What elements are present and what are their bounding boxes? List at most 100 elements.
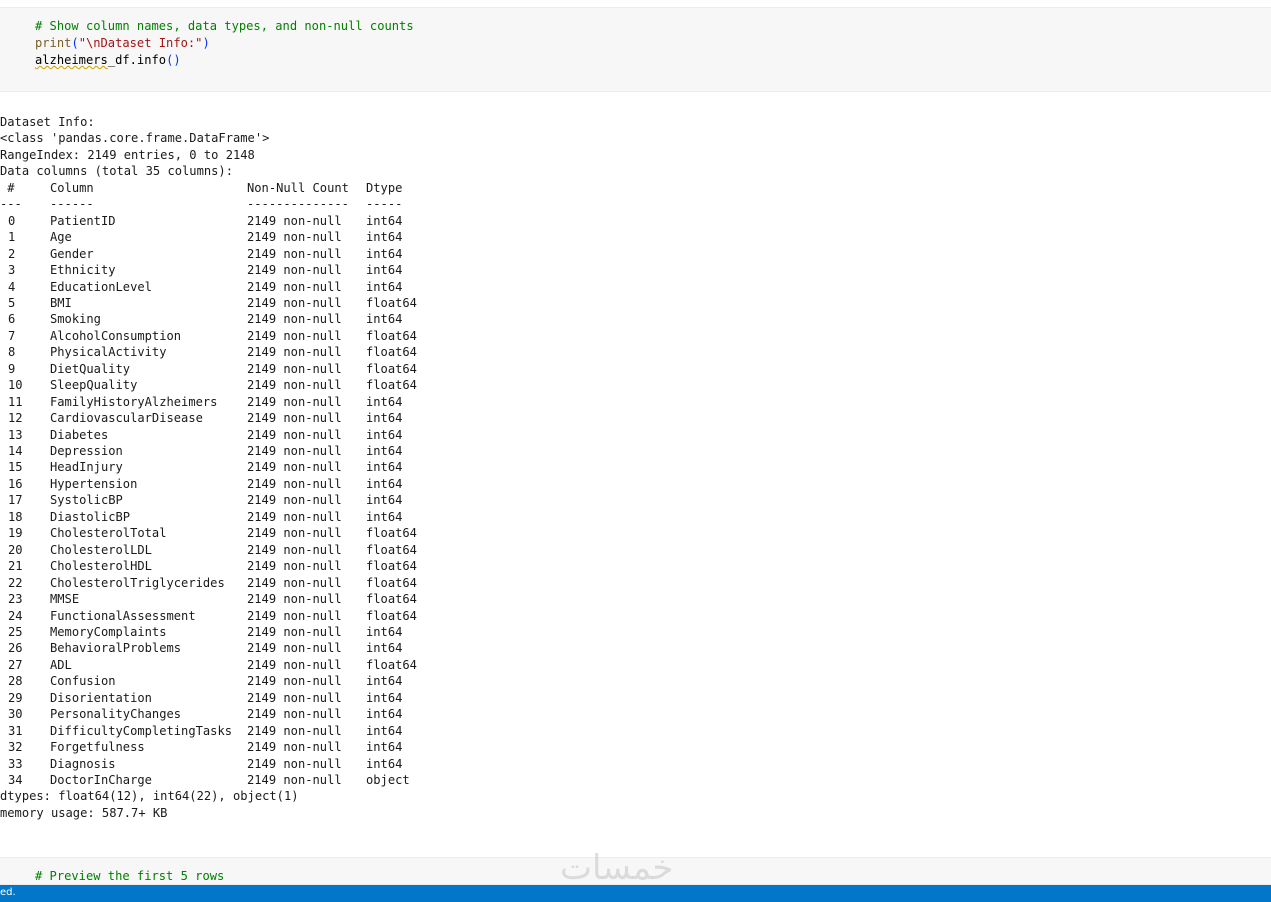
row-index: 20 [8, 542, 23, 557]
row-non-null-count: 2149 non-null [247, 740, 342, 755]
row-dtype: int64 [366, 213, 403, 228]
table-row: 23 MMSE 2149 non-null float64 [0, 591, 500, 607]
row-dtype: int64 [366, 493, 403, 508]
table-row: 16 Hypertension 2149 non-null int64 [0, 476, 500, 492]
table-row: 30 PersonalityChanges 2149 non-null int64 [0, 706, 500, 722]
row-column-name: Gender [50, 246, 94, 261]
row-dtype: int64 [366, 476, 403, 491]
table-row: 6 Smoking 2149 non-null int64 [0, 311, 500, 327]
row-column-name: CholesterolHDL [50, 559, 152, 574]
row-dtype: float64 [366, 378, 417, 393]
row-index: 11 [8, 394, 23, 409]
row-non-null-count: 2149 non-null [247, 592, 342, 607]
row-non-null-count: 2149 non-null [247, 361, 342, 376]
table-row: 19 CholesterolTotal 2149 non-null float64 [0, 525, 500, 541]
row-index: 26 [8, 641, 23, 656]
row-column-name: CholesterolTriglycerides [50, 575, 225, 590]
table-row: 1 Age 2149 non-null int64 [0, 229, 500, 245]
row-non-null-count: 2149 non-null [247, 444, 342, 458]
status-text: ed. [0, 887, 16, 898]
row-column-name: Diagnosis [50, 756, 116, 771]
row-index: 6 [8, 312, 16, 327]
row-dtype: int64 [366, 246, 403, 261]
table-row: 20 CholesterolLDL 2149 non-null float64 [0, 542, 500, 558]
row-index: 32 [8, 740, 23, 755]
table-row: 18 DiastolicBP 2149 non-null int64 [0, 509, 500, 525]
row-index: 1 [8, 230, 16, 245]
row-non-null-count: 2149 non-null [247, 575, 342, 590]
row-non-null-count: 2149 non-null [247, 476, 342, 491]
print-function: print [35, 36, 72, 50]
row-non-null-count: 2149 non-null [247, 246, 342, 261]
row-column-name: CardiovascularDisease [50, 411, 203, 426]
table-row: 29 Disorientation 2149 non-null int64 [0, 690, 500, 706]
table-separator: --- ------ -------------- ----- [0, 196, 500, 212]
row-column-name: AlcoholConsumption [50, 328, 182, 343]
row-column-name: HeadInjury [50, 460, 123, 475]
row-column-name: Ethnicity [50, 263, 116, 278]
row-non-null-count: 2149 non-null [247, 756, 342, 771]
row-index: 4 [8, 279, 16, 294]
row-index: 18 [8, 509, 23, 524]
row-dtype: float64 [366, 295, 417, 310]
row-index: 2 [8, 246, 16, 261]
table-row: 0 PatientID 2149 non-null int64 [0, 213, 500, 229]
row-column-name: FunctionalAssessment [50, 608, 196, 623]
code-comment-line: # Preview the first 5 rows [35, 869, 225, 883]
row-non-null-count: 2149 non-null [247, 608, 342, 623]
code-cell-info[interactable]: # Show column names, data types, and non… [0, 7, 1271, 92]
row-column-name: BMI [50, 295, 72, 310]
output-dtypes-summary: dtypes: float64(12), int64(22), object(1… [0, 789, 299, 804]
table-row: 13 Diabetes 2149 non-null int64 [0, 427, 500, 443]
row-index: 21 [8, 559, 23, 574]
output-data-columns: Data columns (total 35 columns): [0, 164, 233, 179]
row-non-null-count: 2149 non-null [247, 723, 342, 738]
info-method: _df.info [107, 53, 167, 67]
table-header: # Column Non-Null Count Dtype [0, 180, 500, 196]
table-row: 33 Diagnosis 2149 non-null int64 [0, 756, 500, 772]
row-non-null-count: 2149 non-null [247, 263, 342, 278]
table-row: 9 DietQuality 2149 non-null float64 [0, 361, 500, 377]
row-column-name: EducationLevel [50, 279, 152, 294]
row-dtype: float64 [366, 526, 417, 541]
table-row: 25 MemoryComplaints 2149 non-null int64 [0, 624, 500, 640]
output-title: Dataset Info: [0, 115, 95, 129]
row-non-null-count: 2149 non-null [247, 542, 342, 557]
code-info-line: alzheimers_df.info() [35, 52, 181, 68]
table-row: 12 CardiovascularDisease 2149 non-null int6… [0, 410, 500, 426]
table-row: 32 Forgetfulness 2149 non-null int64 [0, 739, 500, 755]
watermark-logo: خمسات [560, 848, 674, 888]
table-row: 31 DifficultyCompletingTasks 2149 non-null… [0, 723, 500, 739]
output-class-line: <class 'pandas.core.frame.DataFrame'> [0, 131, 270, 146]
row-dtype: int64 [366, 509, 403, 524]
row-dtype: int64 [366, 740, 403, 755]
row-column-name: Forgetfulness [50, 740, 145, 755]
table-row: 17 SystolicBP 2149 non-null int64 [0, 492, 500, 508]
row-dtype: int64 [366, 460, 403, 475]
table-row: 10 SleepQuality 2149 non-null float64 [0, 377, 500, 393]
row-column-name: BehavioralProblems [50, 641, 182, 656]
row-dtype: int64 [366, 312, 403, 327]
row-column-name: PersonalityChanges [50, 707, 182, 722]
row-column-name: PatientID [50, 213, 116, 228]
row-index: 13 [8, 427, 23, 442]
row-non-null-count: 2149 non-null [247, 773, 342, 787]
row-index: 25 [8, 624, 23, 639]
row-dtype: float64 [366, 575, 417, 590]
row-dtype: int64 [366, 707, 403, 722]
row-dtype: object [366, 773, 410, 787]
row-column-name: SleepQuality [50, 378, 138, 393]
row-index: 29 [8, 690, 23, 705]
table-row: 26 BehavioralProblems 2149 non-null int64 [0, 640, 500, 656]
undefined-variable-warning[interactable]: alzheimers [35, 53, 108, 67]
row-non-null-count: 2149 non-null [247, 641, 342, 656]
row-dtype: int64 [366, 674, 403, 689]
row-dtype: int64 [366, 444, 403, 458]
row-dtype: int64 [366, 263, 403, 278]
row-index: 19 [8, 526, 23, 541]
row-index: 9 [8, 361, 16, 376]
row-column-name: CholesterolLDL [50, 542, 152, 557]
row-index: 34 [8, 773, 23, 787]
output-memory-usage: memory usage: 587.7+ KB [0, 805, 168, 820]
row-dtype: int64 [366, 230, 403, 245]
